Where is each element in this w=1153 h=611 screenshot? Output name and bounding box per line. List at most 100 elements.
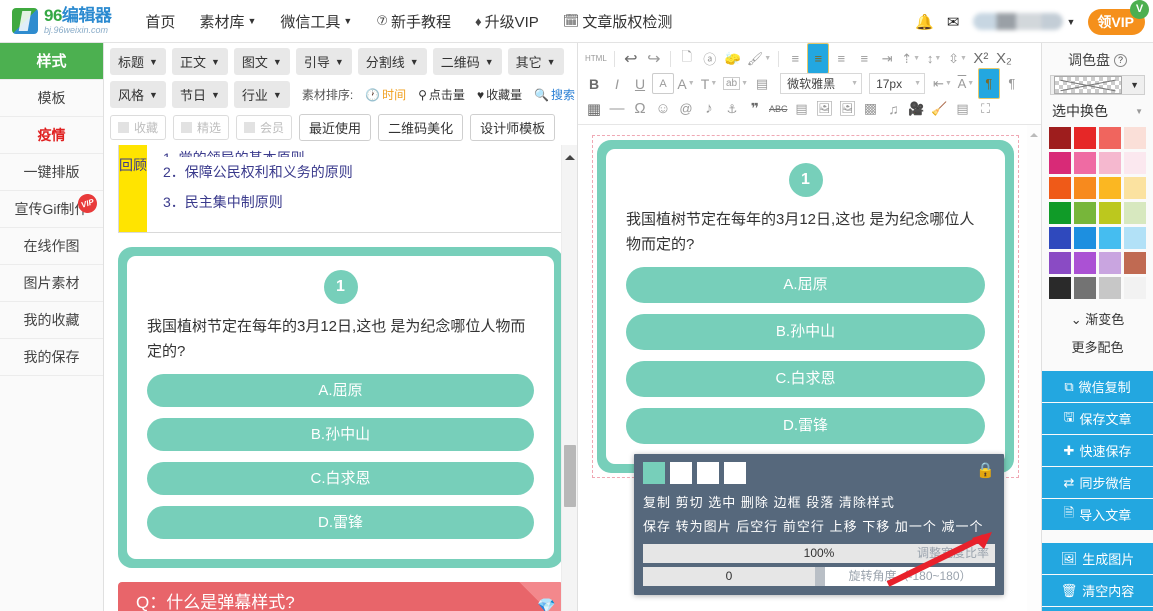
import-article-button[interactable]: 🗎导入文章 xyxy=(1042,499,1153,530)
material-card-review[interactable]: 回顾 1. 党的领导的基本原则 2．保障公民权利和义务的原则 3．民主集中制原则 xyxy=(118,145,563,233)
color-swatch-2[interactable] xyxy=(1074,127,1096,149)
background-image-icon[interactable]: ▤ xyxy=(751,73,773,94)
editor-quiz-option-b[interactable]: B.孙中山 xyxy=(626,314,985,350)
sidebar-item-template[interactable]: 模板 xyxy=(0,80,103,117)
audio-icon[interactable]: ♫ xyxy=(883,98,905,119)
fullscreen-icon[interactable]: ⛶ xyxy=(975,98,997,119)
chevron-down-icon[interactable]: ▼ xyxy=(1125,80,1144,90)
rotate-slider-handle[interactable] xyxy=(815,567,825,586)
notifications-bell-icon[interactable]: 🔔 xyxy=(915,13,934,31)
editor-scrollbar[interactable] xyxy=(1027,125,1041,611)
paragraph-indent-icon[interactable]: ⇤▼ xyxy=(931,73,954,94)
align-justify-icon[interactable]: ≡ xyxy=(853,48,875,69)
ctx-blank-before[interactable]: 前空行 xyxy=(783,519,825,534)
editor-quiz-option-a[interactable]: A.屈原 xyxy=(626,267,985,303)
new-doc-icon[interactable]: 🗋 xyxy=(676,48,698,69)
select-all-icon[interactable]: ⓐ xyxy=(699,48,721,69)
category-industry[interactable]: 行业▼ xyxy=(234,81,290,108)
sidebar-item-one-click-layout[interactable]: 一键排版 xyxy=(0,154,103,191)
editor-quiz-question-text[interactable]: 我国植树节定在每年的3月12日,这也 是为纪念哪位人物而定的? xyxy=(626,207,985,257)
highlight-color-icon[interactable]: T▼ xyxy=(698,73,720,94)
palette-mode-select[interactable]: 选中换色 ▼ xyxy=(1042,95,1153,126)
filter-favorites[interactable]: 收藏 xyxy=(110,115,166,140)
user-account-menu[interactable]: ▼ xyxy=(973,13,1076,30)
quiz-option-b[interactable]: B.孙中山 xyxy=(147,418,534,451)
italic-icon[interactable]: I xyxy=(606,73,628,94)
text-direction-icon[interactable]: A▼ xyxy=(955,73,977,94)
category-divider[interactable]: 分割线▼ xyxy=(358,48,427,75)
ctx-copy[interactable]: 复制 xyxy=(643,495,671,510)
editor-quiz-option-c[interactable]: C.白求恩 xyxy=(626,361,985,397)
ctx-cut[interactable]: 剪切 xyxy=(676,495,704,510)
color-swatch-24[interactable] xyxy=(1124,252,1146,274)
color-swatch-11[interactable] xyxy=(1099,177,1121,199)
nav-item-upgrade-vip[interactable]: ♦升级VIP xyxy=(475,11,539,32)
color-swatch-28[interactable] xyxy=(1124,277,1146,299)
page-break-icon[interactable]: ▤ xyxy=(791,98,813,119)
color-swatch-25[interactable] xyxy=(1049,277,1071,299)
context-swatch-3[interactable] xyxy=(697,462,719,484)
undo-icon[interactable]: ↩ xyxy=(620,48,642,69)
sidebar-item-epidemic[interactable]: 疫情 xyxy=(0,117,103,154)
category-image-text[interactable]: 图文▼ xyxy=(234,48,290,75)
nav-item-wechat-tools[interactable]: 微信工具▼ xyxy=(280,11,352,32)
quiz-option-a[interactable]: A.屈原 xyxy=(147,374,534,407)
color-swatch-5[interactable] xyxy=(1049,152,1071,174)
help-icon[interactable]: ? xyxy=(1114,54,1127,67)
editor-content-area[interactable]: 1 我国植树节定在每年的3月12日,这也 是为纪念哪位人物而定的? A.屈原 B… xyxy=(578,125,1041,611)
ctx-to-image[interactable]: 转为图片 xyxy=(676,519,732,534)
tag-designer-template[interactable]: 设计师模板 xyxy=(470,114,555,141)
redo-icon[interactable]: ↪ xyxy=(643,48,665,69)
ctx-blank-after[interactable]: 后空行 xyxy=(736,519,778,534)
ctx-delete[interactable]: 删除 xyxy=(741,495,769,510)
color-swatch-4[interactable] xyxy=(1124,127,1146,149)
color-swatch-15[interactable] xyxy=(1099,202,1121,224)
insert-image-icon[interactable]: 🖼 xyxy=(814,98,836,119)
scroll-up-arrow-icon[interactable] xyxy=(565,150,575,160)
ctx-remove-one[interactable]: 减一个 xyxy=(941,519,983,534)
color-swatch-13[interactable] xyxy=(1049,202,1071,224)
scrollbar-thumb[interactable] xyxy=(564,445,576,507)
color-swatch-23[interactable] xyxy=(1099,252,1121,274)
background-color-icon[interactable]: ab▼ xyxy=(721,73,750,94)
bold-icon[interactable]: B xyxy=(583,73,605,94)
selected-block-outline[interactable]: 1 我国植树节定在每年的3月12日,这也 是为纪念哪位人物而定的? A.屈原 B… xyxy=(592,135,1019,478)
sidebar-item-image-material[interactable]: 图片素材 xyxy=(0,265,103,302)
color-swatch-8[interactable] xyxy=(1124,152,1146,174)
music-note-icon[interactable]: ♪ xyxy=(698,98,720,119)
material-card-quiz[interactable]: 1 我国植树节定在每年的3月12日,这也 是为纪念哪位人物而定的? A.屈原 B… xyxy=(118,247,563,568)
tag-qrcode-beautify[interactable]: 二维码美化 xyxy=(378,114,463,141)
category-guide[interactable]: 引导▼ xyxy=(296,48,352,75)
subscript-icon[interactable]: X₂ xyxy=(993,48,1015,69)
horizontal-rule-icon[interactable]: — xyxy=(606,98,628,119)
align-left-icon[interactable]: ≡ xyxy=(784,48,806,69)
anchor-icon[interactable]: ⚓ xyxy=(721,98,743,119)
indent-icon[interactable]: ⇥ xyxy=(876,48,898,69)
scroll-up-arrow-icon[interactable] xyxy=(1030,129,1038,137)
category-qrcode[interactable]: 二维码▼ xyxy=(433,48,502,75)
color-swatch-26[interactable] xyxy=(1074,277,1096,299)
category-title[interactable]: 标题▼ xyxy=(110,48,166,75)
sidebar-item-my-saves[interactable]: 我的保存 xyxy=(0,339,103,376)
width-ratio-slider[interactable]: 100% 调整宽度比率 xyxy=(643,544,995,563)
ctx-select[interactable]: 选中 xyxy=(708,495,736,510)
rotate-angle-field[interactable]: 0 旋转角度（-180~180） xyxy=(643,567,995,586)
site-logo[interactable]: 96编辑器 bj.96weixin.com xyxy=(12,7,111,35)
ltr-icon[interactable]: ¶ xyxy=(1001,73,1023,94)
color-swatch-22[interactable] xyxy=(1074,252,1096,274)
ctx-save[interactable]: 保存 xyxy=(643,519,671,534)
color-swatch-3[interactable] xyxy=(1099,127,1121,149)
sidebar-item-gif-maker[interactable]: 宣传Gif制作 VIP xyxy=(0,191,103,228)
font-size-select[interactable]: 17px▼ xyxy=(869,73,925,94)
material-card-question-banner[interactable]: Q：什么是弹幕样式? 💎 xyxy=(118,582,563,611)
quick-save-button[interactable]: ✚快速保存 xyxy=(1042,435,1153,466)
category-body[interactable]: 正文▼ xyxy=(172,48,228,75)
at-mention-icon[interactable]: @ xyxy=(675,98,697,119)
color-swatch-27[interactable] xyxy=(1099,277,1121,299)
category-style[interactable]: 风格▼ xyxy=(110,81,166,108)
nav-item-home[interactable]: 首页 xyxy=(145,11,175,32)
sidebar-item-online-draw[interactable]: 在线作图 xyxy=(0,228,103,265)
editor-quiz-option-d[interactable]: D.雷锋 xyxy=(626,408,985,444)
nav-item-beginner-tutorial[interactable]: ⑦新手教程 xyxy=(376,11,451,32)
ctx-border[interactable]: 边框 xyxy=(774,495,802,510)
